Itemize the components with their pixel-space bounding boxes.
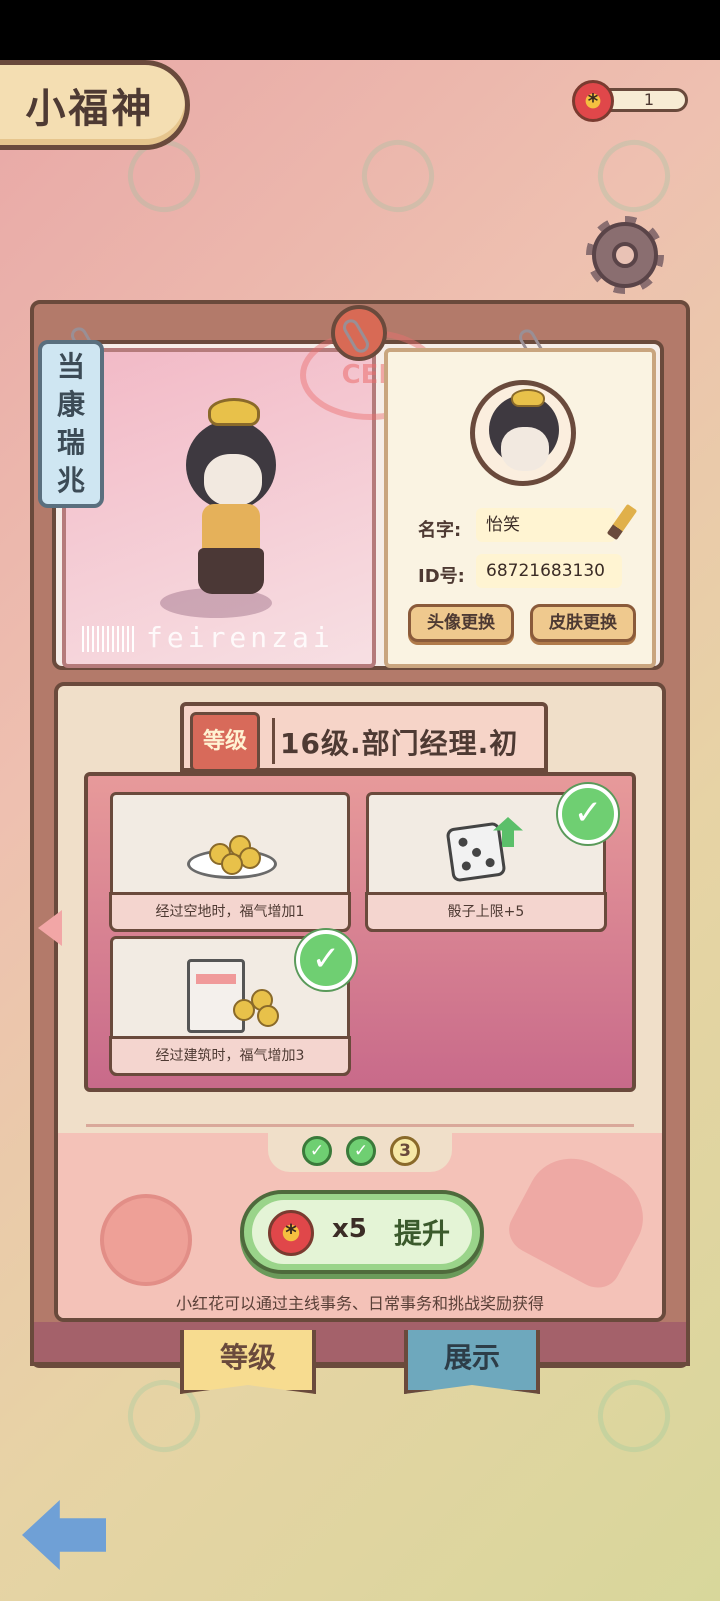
folder-bottom-strip [30, 1322, 690, 1366]
wax-seal-decoration [100, 1194, 192, 1286]
character-legs [198, 548, 264, 594]
upgrade-label: 提升 [394, 1217, 451, 1250]
name-label: 名字: [418, 520, 462, 541]
red-flower-icon: * [572, 80, 614, 122]
avatar[interactable] [470, 380, 576, 486]
dice-pip [461, 860, 472, 872]
level-progress: ✓ ✓ 3 [268, 1128, 452, 1172]
tag-char: 瑞 [56, 426, 85, 459]
level-tag: 等级 [190, 712, 260, 772]
back-button[interactable] [22, 1500, 106, 1570]
title-plaque: 小福神 [0, 60, 190, 150]
character-face [204, 454, 262, 506]
reward-label: 经过空地时，福气增加1 [109, 892, 351, 932]
background-stamp [587, 1369, 681, 1463]
reward-label: 经过建筑时，福气增加3 [109, 1036, 351, 1076]
id-label: ID号: [418, 566, 465, 587]
change-skin-button[interactable]: 皮肤更换 [530, 604, 636, 642]
barcode [82, 626, 136, 652]
red-flower-icon: * [268, 1210, 314, 1256]
tab-show[interactable]: 展示 [404, 1330, 540, 1394]
reward-label: 骰子上限+5 [365, 892, 607, 932]
coin [221, 853, 243, 875]
id-field: 68721683130 [476, 554, 622, 588]
header-divider [272, 718, 275, 764]
reward-card: 经过空地时，福气增加1 [109, 792, 351, 932]
tag-char: 兆 [56, 464, 85, 497]
step-next: 3 [390, 1136, 420, 1166]
step-done-icon: ✓ [302, 1136, 332, 1166]
flower-hint: 小红花可以通过主线事务、日常事务和挑战奖励获得 [175, 1294, 544, 1313]
step-done-icon: ✓ [346, 1136, 376, 1166]
building-awning [196, 974, 236, 984]
dice-icon [445, 821, 507, 883]
name-field[interactable]: 怡笑 [476, 508, 616, 542]
level-title: 16级.部门经理.初 [280, 727, 519, 760]
dice-pip [457, 837, 469, 848]
character-figure [186, 420, 276, 600]
tab-level[interactable]: 等级 [180, 1330, 316, 1394]
blessing-vertical-tag: 当 康 瑞 兆 [38, 340, 104, 508]
claimed-check-icon: ✓ [558, 784, 618, 844]
coins-icon [233, 989, 283, 1029]
character-torso [202, 504, 260, 552]
progress-divider [86, 1124, 634, 1127]
avatar-ingot-icon [511, 389, 545, 407]
background-stamp [587, 129, 681, 223]
coins-plate-icon [187, 821, 277, 881]
dice-pip [485, 857, 496, 868]
prev-level-arrow-icon[interactable] [38, 910, 62, 946]
portrait-watermark: feirenzai [146, 621, 334, 654]
coin [257, 1005, 279, 1027]
flower-center: * [587, 89, 599, 113]
background-stamp [351, 129, 445, 223]
tag-char: 康 [56, 388, 85, 421]
flower-currency[interactable]: 1 * [572, 80, 690, 122]
settings-gear-icon[interactable] [586, 216, 664, 294]
gold-ingot-icon [208, 398, 260, 426]
dice-pip [471, 847, 482, 858]
upgrade-button[interactable]: * x5 提升 [240, 1190, 484, 1274]
status-bar [0, 0, 720, 60]
claimed-check-icon: ✓ [296, 930, 356, 990]
change-avatar-button[interactable]: 头像更换 [408, 604, 514, 642]
avatar-face [501, 427, 549, 471]
back-arrow-icon [22, 1500, 106, 1570]
flower-center: * [285, 1220, 297, 1246]
gear-hole [612, 242, 638, 268]
page-title: 小福神 [25, 86, 155, 132]
upgrade-cost: x5 [332, 1214, 367, 1244]
rewards-box: 经过空地时，福气增加1 骰子上限+5 经过建筑时，福气增加3 [84, 772, 636, 1092]
tag-char: 当 [56, 350, 85, 383]
